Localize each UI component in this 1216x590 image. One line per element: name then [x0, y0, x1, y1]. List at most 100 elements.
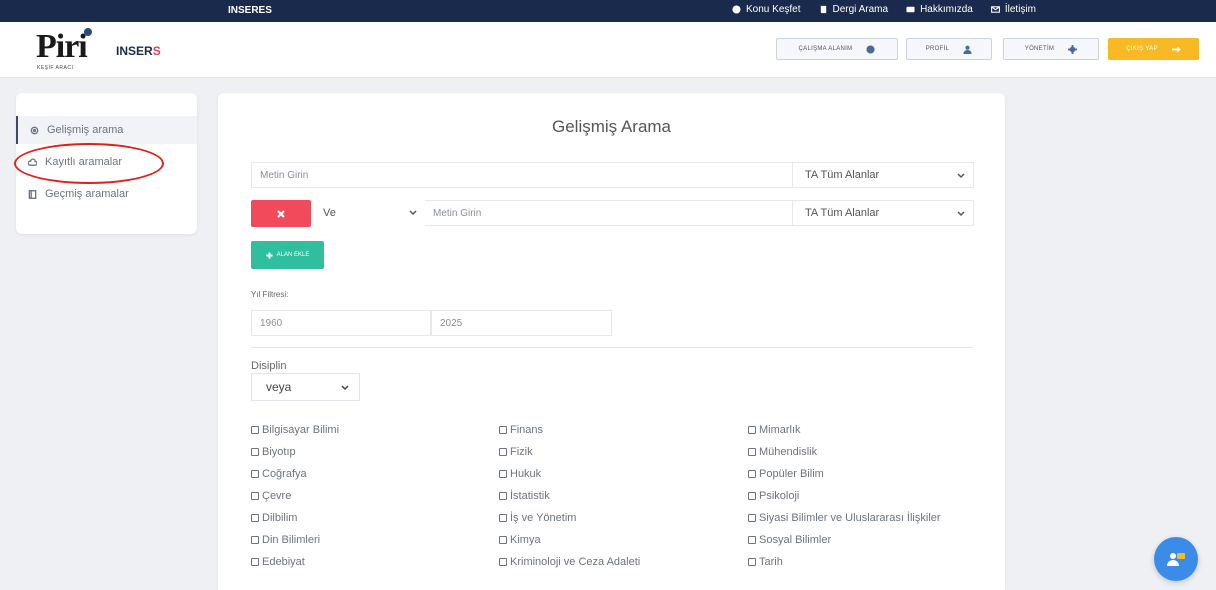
chevron-down-icon	[341, 385, 349, 391]
discipline-checkbox[interactable]: İstatistik	[499, 490, 550, 502]
checkbox-square[interactable]	[251, 426, 259, 434]
search-field-select-2[interactable]: TA Tüm Alanlar	[792, 200, 974, 226]
discipline-label: Sosyal Bilimler	[759, 534, 832, 546]
remove-row-button[interactable]	[251, 200, 311, 227]
section-divider	[251, 347, 973, 348]
discipline-checkbox[interactable]: Siyasi Bilimler ve Uluslararası İlişkile…	[748, 512, 941, 524]
discipline-checkbox[interactable]: Popüler Bilim	[748, 468, 824, 480]
checkbox-square[interactable]	[748, 514, 756, 522]
advanced-search-panel: Gelişmiş Arama Metin Girin TA Tüm Alanla…	[218, 93, 1005, 590]
sidebar-item-saved-searches[interactable]: Kayıtlı aramalar	[16, 148, 197, 176]
user-icon	[963, 45, 972, 54]
nav-hakkimizda[interactable]: Hakkımızda	[906, 4, 973, 15]
checkbox-square[interactable]	[251, 470, 259, 478]
chevron-down-icon	[957, 173, 965, 179]
checkbox-square[interactable]	[499, 514, 507, 522]
checkbox-square[interactable]	[499, 426, 507, 434]
globe-icon	[866, 44, 875, 54]
discipline-checkbox[interactable]: Dilbilim	[251, 512, 297, 524]
year-from-input[interactable]: 1960	[251, 310, 431, 336]
discipline-label: Fizik	[510, 446, 533, 458]
user-assistant-icon	[1167, 553, 1185, 566]
nav-dergi-arama[interactable]: Dergi Arama	[819, 4, 888, 15]
checkbox-square[interactable]	[499, 492, 507, 500]
sidebar-item-advanced-search[interactable]: Gelişmiş arama	[16, 116, 197, 144]
checkbox-square[interactable]	[499, 470, 507, 478]
site-header: Piri KEŞİF ARACI INSERS ÇALIŞMA ALANIM P…	[0, 22, 1216, 78]
checkbox-square[interactable]	[251, 492, 259, 500]
year-to-input[interactable]: 2025	[431, 310, 612, 336]
envelope-icon	[990, 6, 1000, 13]
discipline-checkbox[interactable]: Kimya	[499, 534, 541, 546]
discipline-label: Finans	[510, 424, 544, 436]
sidebar-item-search-history[interactable]: Geçmiş aramalar	[16, 180, 197, 208]
discipline-checkbox[interactable]: Tarih	[748, 556, 783, 568]
nav-iletisim[interactable]: İletişim	[990, 4, 1036, 15]
id-card-icon	[906, 6, 915, 13]
discipline-label: Tarih	[759, 556, 783, 568]
discipline-checkbox[interactable]: Kriminoloji ve Ceza Adaleti	[499, 556, 640, 568]
discipline-label: Bilgisayar Bilimi	[262, 424, 340, 436]
discipline-checkbox[interactable]: Mühendislik	[748, 446, 817, 458]
discipline-checkbox[interactable]: Psikoloji	[748, 490, 799, 502]
workspace-button[interactable]: ÇALIŞMA ALANIM	[776, 38, 898, 60]
discipline-checkbox[interactable]: Edebiyat	[251, 556, 305, 568]
top-nav-bar: INSERES Konu Keşfet Dergi Arama Hakkımız…	[0, 0, 1216, 22]
discipline-checkbox[interactable]: Fizik	[499, 446, 533, 458]
checkbox-square[interactable]	[748, 558, 756, 566]
search-text-input-1[interactable]: Metin Girin	[251, 162, 793, 188]
discipline-checkbox[interactable]: Hukuk	[499, 468, 541, 480]
discipline-checkbox[interactable]: İş ve Yönetim	[499, 512, 576, 524]
logo-subtitle: KEŞİF ARACI	[37, 65, 74, 71]
discipline-label: Kriminoloji ve Ceza Adaleti	[510, 556, 641, 568]
discipline-label: Dilbilim	[262, 512, 298, 524]
admin-button[interactable]: YÖNETİM	[1003, 38, 1099, 60]
discipline-label: Çevre	[262, 490, 292, 502]
checkbox-square[interactable]	[499, 448, 507, 456]
discipline-operator-select[interactable]: veya	[251, 373, 360, 401]
piri-logo[interactable]: Piri	[36, 28, 88, 66]
logout-button[interactable]: ÇIKIŞ YAP	[1108, 38, 1199, 60]
discipline-checkbox[interactable]: Biyotıp	[251, 446, 296, 458]
discipline-checkbox[interactable]: Bilgisayar Bilimi	[251, 424, 339, 436]
add-field-button[interactable]: ALAN EKLE	[251, 241, 324, 269]
year-filter-label: Yıl Filtresi:	[251, 290, 289, 299]
discipline-label: Coğrafya	[262, 468, 307, 480]
checkbox-square[interactable]	[251, 536, 259, 544]
checkbox-square[interactable]	[251, 448, 259, 456]
profile-button[interactable]: PROFİL	[906, 38, 992, 60]
cloud-icon	[28, 157, 37, 166]
close-icon	[277, 209, 285, 218]
checkbox-square[interactable]	[499, 536, 507, 544]
gear-icon	[1068, 44, 1078, 54]
checkbox-square[interactable]	[499, 558, 507, 566]
search-field-select-1[interactable]: TA Tüm Alanlar	[792, 162, 974, 188]
globe-icon	[732, 5, 741, 14]
nav-konu-kesfet[interactable]: Konu Keşfet	[732, 4, 801, 15]
discipline-label: Disiplin	[251, 360, 287, 372]
checkbox-square[interactable]	[748, 448, 756, 456]
discipline-checkbox[interactable]: Çevre	[251, 490, 291, 502]
sidebar-item-label: Kayıtlı aramalar	[45, 156, 123, 168]
discipline-checkbox[interactable]: Mimarlık	[748, 424, 801, 436]
discipline-checkbox[interactable]: Finans	[499, 424, 543, 436]
discipline-label: Hukuk	[510, 468, 542, 480]
checkbox-square[interactable]	[748, 492, 756, 500]
checkbox-square[interactable]	[748, 536, 756, 544]
discipline-label: Psikoloji	[759, 490, 800, 502]
checkbox-square[interactable]	[748, 470, 756, 478]
brand-label: INSERES	[228, 5, 272, 16]
checkbox-square[interactable]	[251, 514, 259, 522]
document-icon	[28, 189, 37, 199]
discipline-label: İş ve Yönetim	[510, 512, 577, 524]
discipline-checkbox[interactable]: Sosyal Bilimler	[748, 534, 831, 546]
search-sidebar: Gelişmiş arama Kayıtlı aramalar Geçmiş a…	[16, 93, 197, 234]
checkbox-square[interactable]	[251, 558, 259, 566]
assistant-fab-button[interactable]	[1154, 537, 1198, 581]
search-text-input-2[interactable]: Metin Girin	[425, 200, 793, 226]
boolean-operator-select[interactable]: Ve	[311, 200, 425, 226]
checkbox-square[interactable]	[748, 426, 756, 434]
discipline-checkbox[interactable]: Coğrafya	[251, 468, 307, 480]
discipline-label: Siyasi Bilimler ve Uluslararası İlişkile…	[759, 512, 941, 524]
discipline-checkbox[interactable]: Din Bilimleri	[251, 534, 320, 546]
